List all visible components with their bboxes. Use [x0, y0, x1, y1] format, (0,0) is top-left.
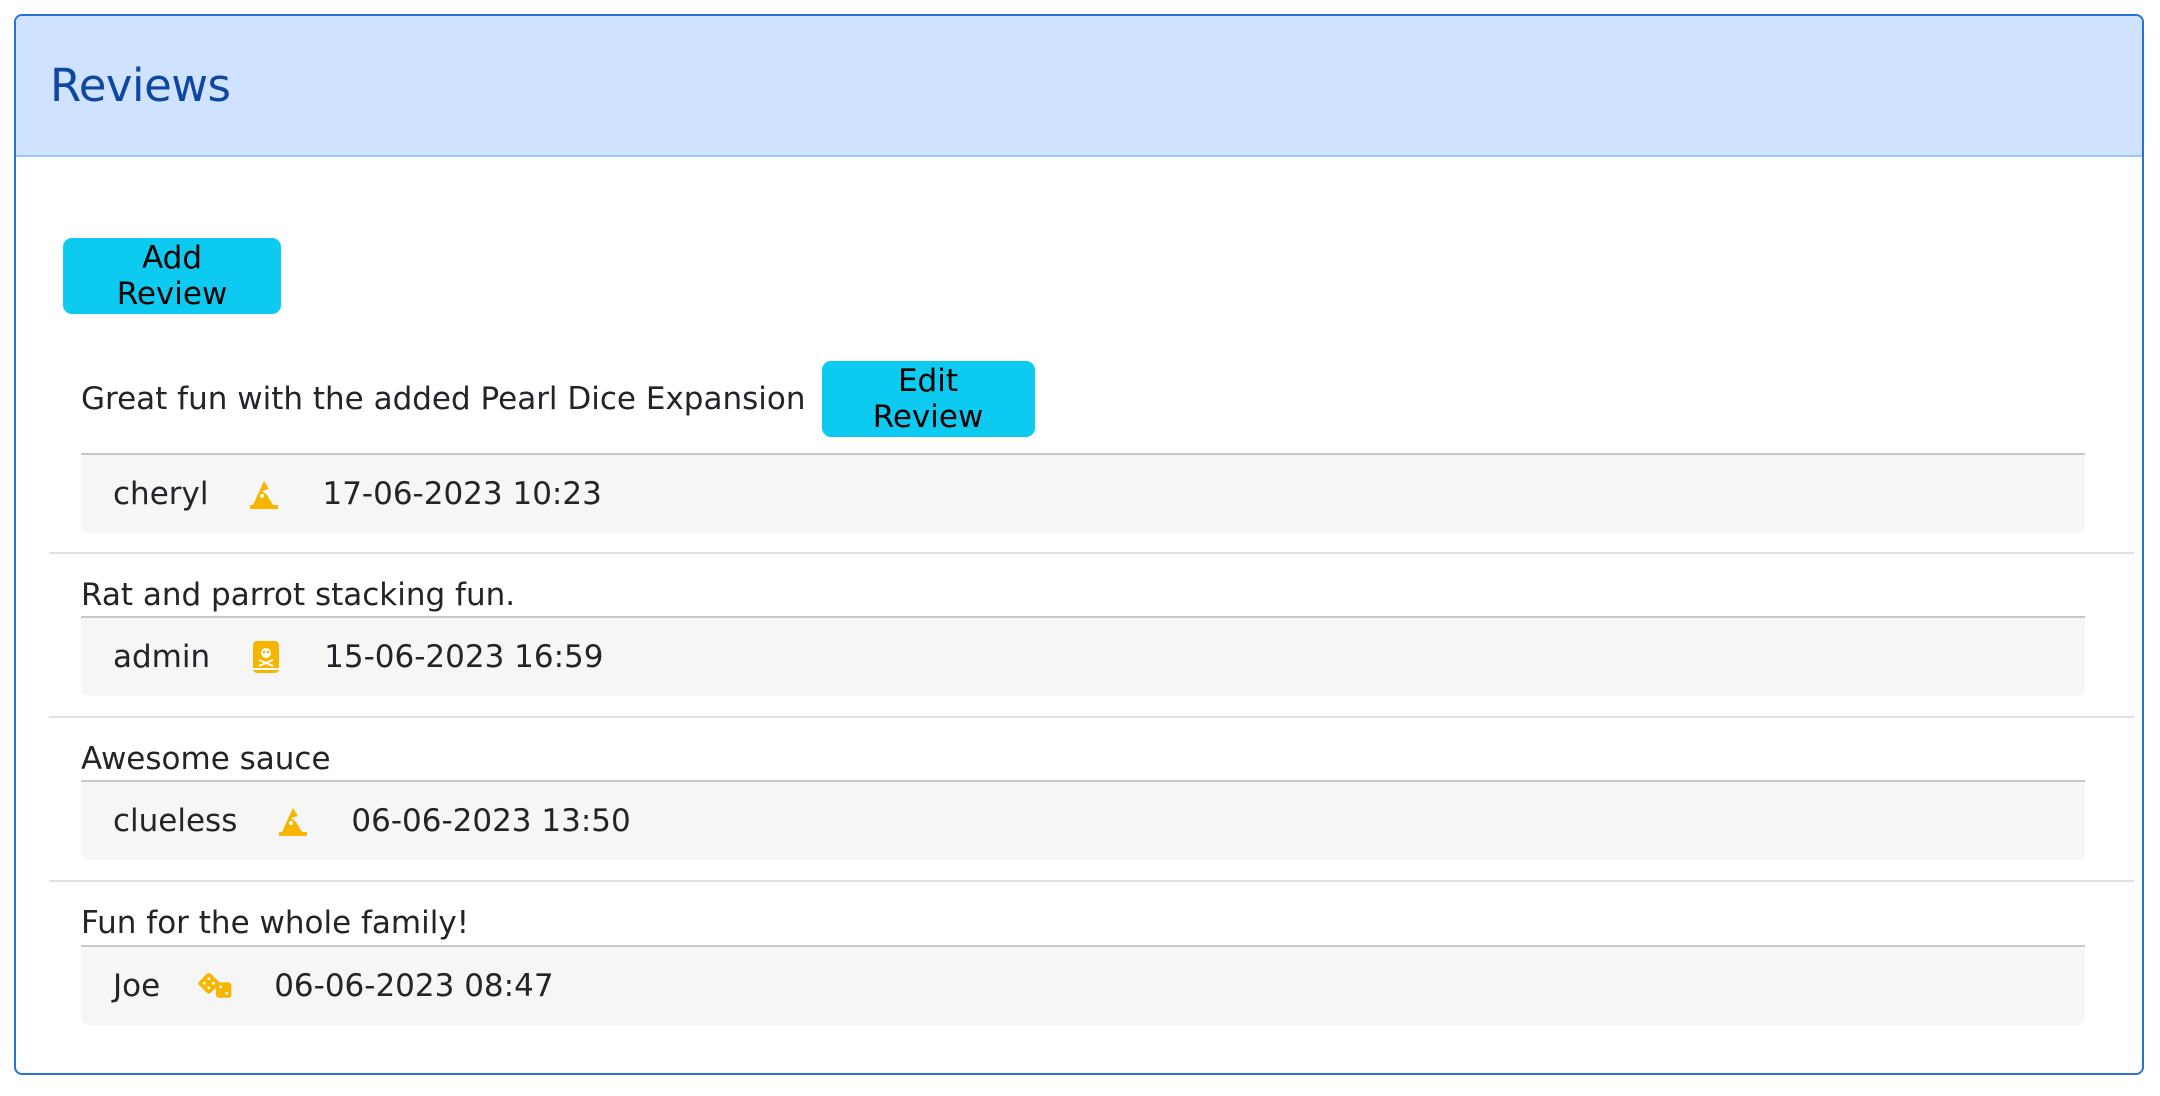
review-item: Rat and parrot stacking fun.	[49, 577, 2134, 613]
review-text: Rat and parrot stacking fun.	[81, 577, 516, 613]
review-date: 06-06-2023 13:50	[351, 803, 631, 839]
review-date: 15-06-2023 16:59	[324, 639, 604, 675]
divider	[49, 552, 2134, 554]
review-meta: cheryl 17-06-2023 10:23	[81, 453, 2085, 533]
review-text: Fun for the whole family!	[81, 905, 470, 941]
review-user: Joe	[113, 968, 161, 1004]
reviews-card: Reviews Add Review Great fun with the ad…	[14, 14, 2144, 1075]
review-item: Great fun with the added Pearl Dice Expa…	[49, 361, 2134, 437]
dice-icon	[198, 968, 234, 1004]
review-meta: admin 15-06-2023 16:59	[81, 616, 2085, 696]
add-review-button[interactable]: Add Review	[63, 238, 281, 314]
pirate-book-icon	[248, 639, 284, 675]
review-text: Awesome sauce	[81, 741, 331, 777]
divider	[49, 880, 2134, 882]
review-user: admin	[113, 639, 211, 675]
divider	[49, 716, 2134, 718]
review-meta: Joe 06-06-2023 08:47	[81, 945, 2085, 1025]
wizard-hat-icon	[246, 476, 282, 512]
review-user: clueless	[113, 803, 238, 839]
card-header: Reviews	[16, 16, 2142, 157]
review-user: cheryl	[113, 476, 209, 512]
review-item: Awesome sauce	[49, 741, 2134, 777]
review-date: 17-06-2023 10:23	[322, 476, 602, 512]
page-title: Reviews	[50, 59, 231, 112]
review-text: Great fun with the added Pearl Dice Expa…	[81, 381, 806, 417]
edit-review-button[interactable]: Edit Review	[821, 361, 1035, 437]
wizard-hat-icon	[275, 803, 311, 839]
review-date: 06-06-2023 08:47	[274, 968, 554, 1004]
review-meta: clueless 06-06-2023 13:50	[81, 780, 2085, 860]
review-item: Fun for the whole family!	[49, 905, 2134, 941]
